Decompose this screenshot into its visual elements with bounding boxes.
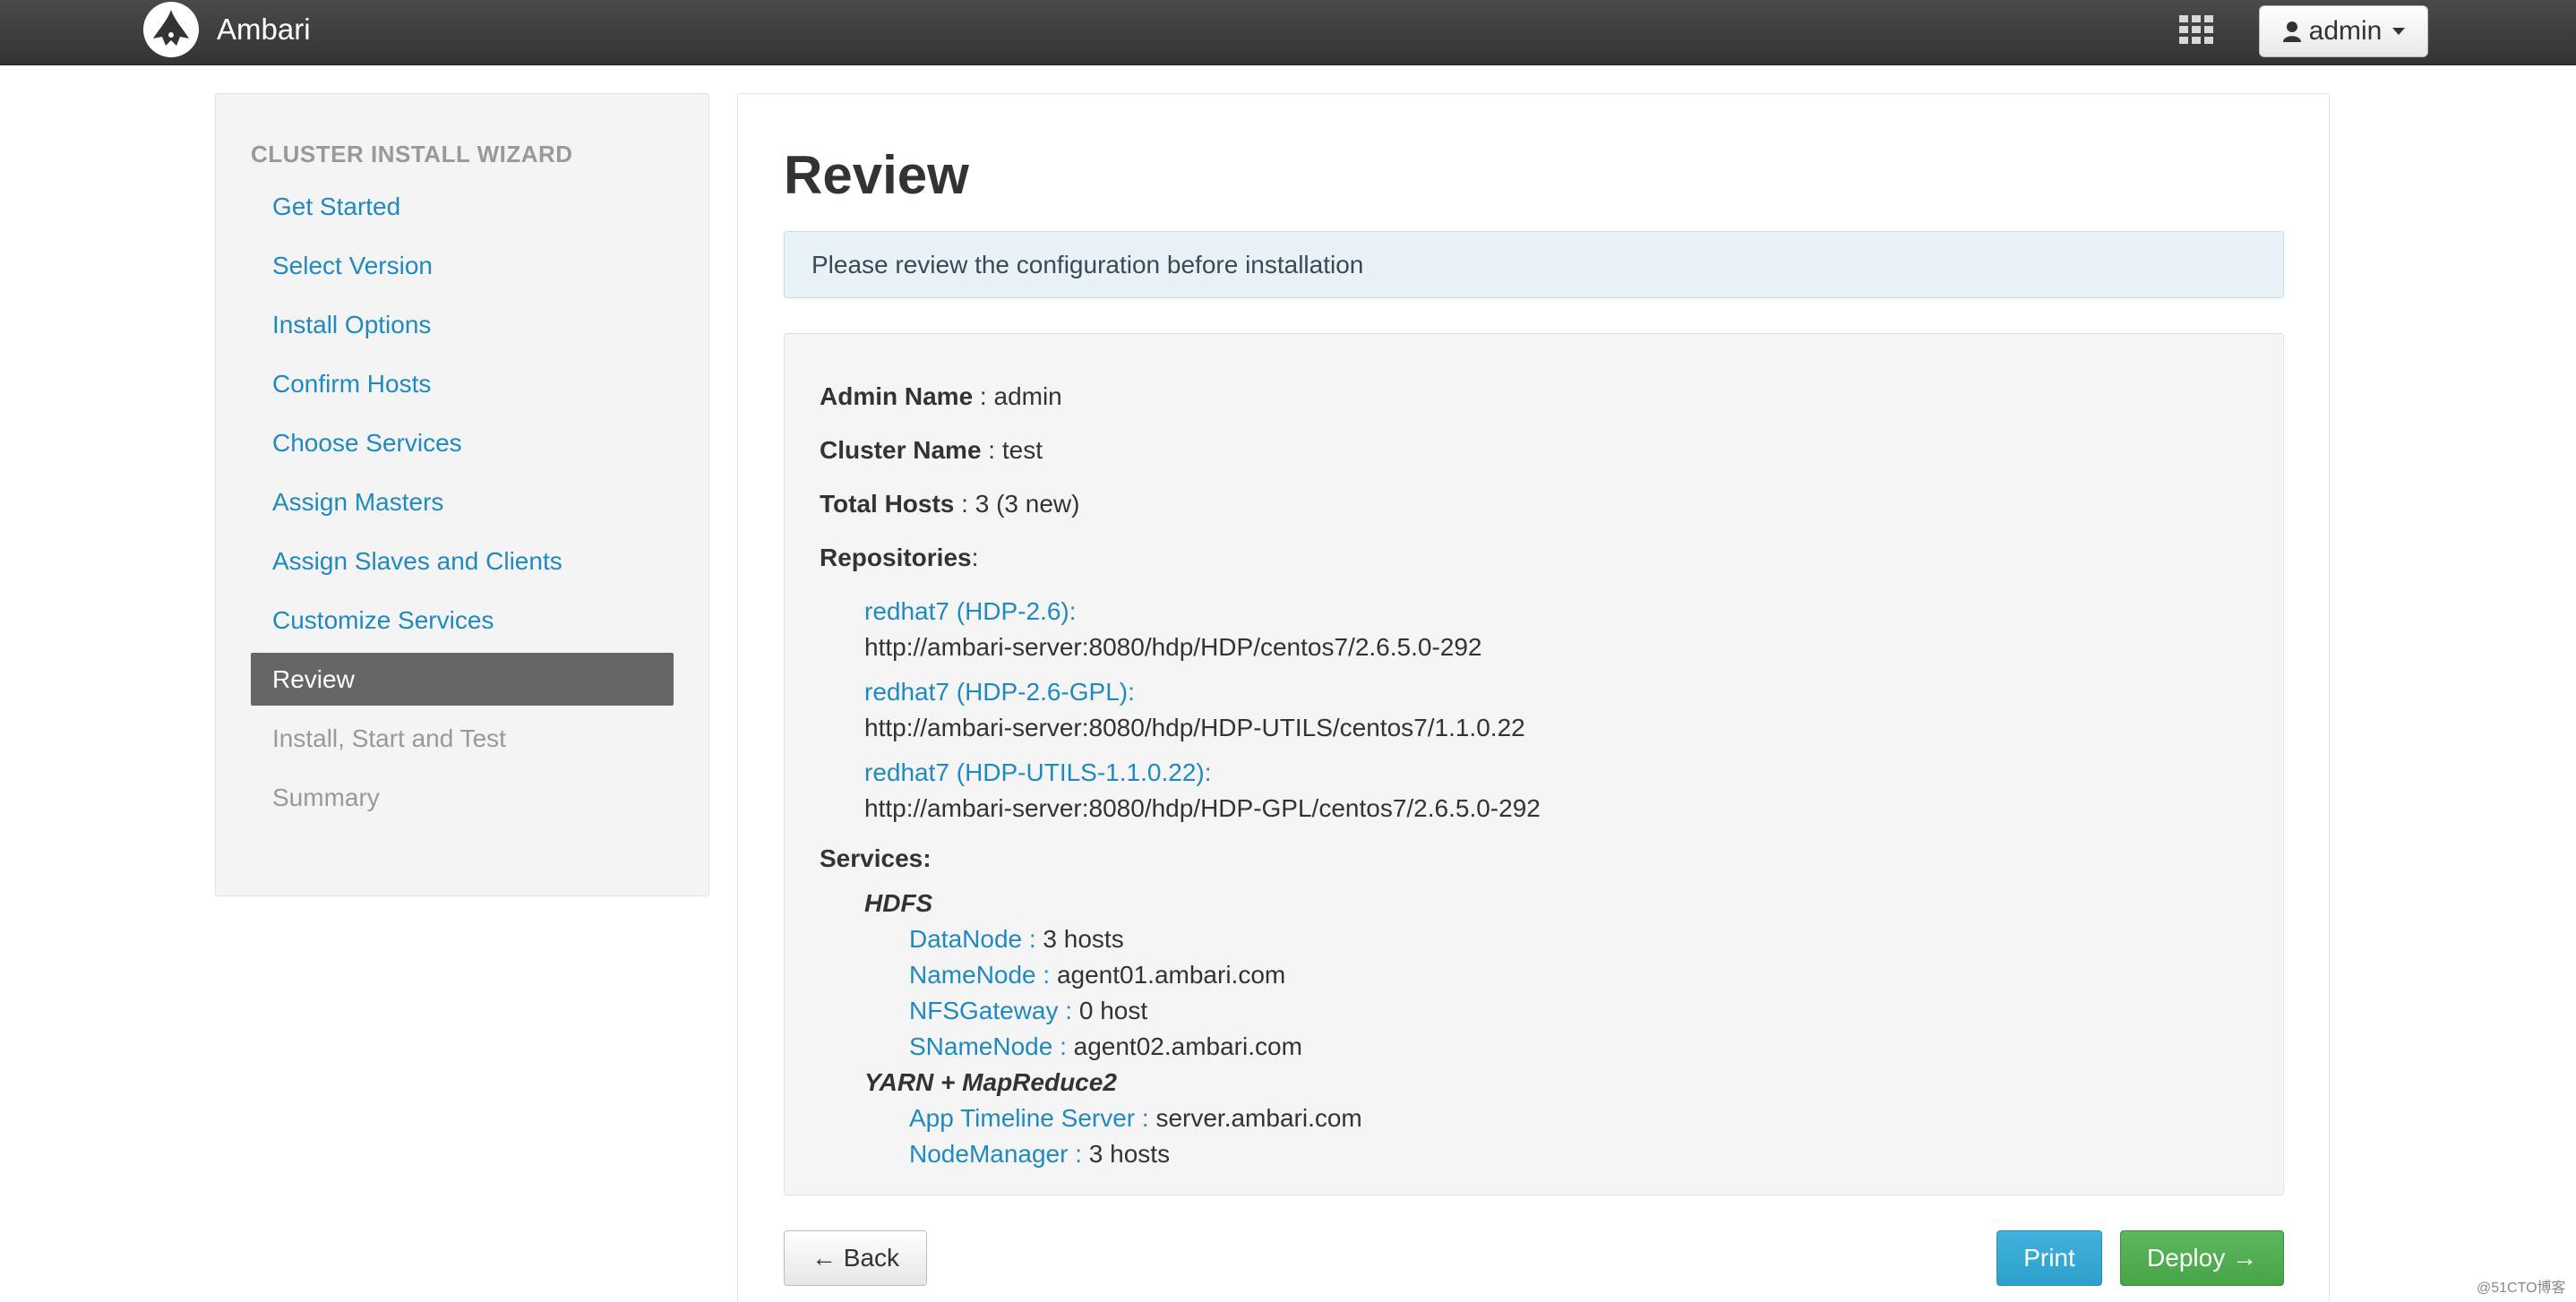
service-component-row: App Timeline Server : server.ambari.com [909, 1101, 2265, 1136]
chevron-down-icon [2392, 28, 2406, 35]
repositories-suffix: : [971, 544, 979, 571]
component-name[interactable]: NodeManager : [909, 1140, 1089, 1169]
service-name: HDFS [864, 889, 933, 917]
print-button[interactable]: Print [1996, 1230, 2102, 1286]
services-row: Services: [820, 832, 2265, 886]
component-name[interactable]: NameNode : [909, 961, 1057, 989]
repositories-label: Repositories [820, 544, 972, 571]
sidebar-step-assign-masters[interactable]: Assign Masters [251, 475, 674, 528]
apps-grid-icon[interactable] [2179, 15, 2213, 44]
sidebar-step-choose-services[interactable]: Choose Services [251, 416, 674, 469]
component-hosts: 3 hosts [1088, 1140, 1171, 1168]
brand-name: Ambari [217, 13, 311, 46]
repository-name[interactable]: redhat7 (HDP-UTILS-1.1.0.22): [864, 755, 2265, 791]
top-navbar: Ambari admin [0, 0, 2576, 65]
wizard-sidebar: CLUSTER INSTALL WIZARD Get Started Select… [215, 93, 709, 896]
repository-item: redhat7 (HDP-2.6-GPL): http://ambari-serv… [864, 674, 2265, 746]
repository-name[interactable]: redhat7 (HDP-2.6): [864, 594, 2265, 630]
cluster-name-value: : test [981, 436, 1043, 464]
info-alert: Please review the configuration before i… [784, 231, 2284, 298]
repository-name[interactable]: redhat7 (HDP-2.6-GPL): [864, 674, 2265, 710]
services-label: Services: [820, 844, 932, 872]
component-hosts: agent01.ambari.com [1056, 961, 1286, 989]
service-component-row: NodeManager : 3 hosts [909, 1136, 2265, 1172]
service-list: HDFS DataNode : 3 hosts NameNode : agent01… [820, 886, 2265, 1172]
sidebar-step-confirm-hosts[interactable]: Confirm Hosts [251, 357, 674, 410]
user-menu-button[interactable]: admin [2259, 5, 2428, 57]
cluster-name-label: Cluster Name [820, 436, 982, 464]
repository-item: redhat7 (HDP-UTILS-1.1.0.22): http://amba… [864, 755, 2265, 827]
repository-item: redhat7 (HDP-2.6): http://ambari-server:8… [864, 594, 2265, 665]
repository-url: http://ambari-server:8080/hdp/HDP-GPL/ce… [864, 794, 1541, 822]
sidebar-step-summary: Summary [272, 783, 380, 811]
watermark: @51CTO博客 [2477, 1281, 2566, 1296]
sidebar-step-install-options[interactable]: Install Options [251, 298, 674, 351]
brand[interactable]: Ambari [143, 0, 311, 59]
admin-name-row: Admin Name : admin [820, 370, 2265, 424]
repository-url: http://ambari-server:8080/hdp/HDP/centos… [864, 633, 1482, 661]
total-hosts-row: Total Hosts : 3 (3 new) [820, 477, 2265, 531]
admin-name-value: : admin [973, 382, 1062, 410]
admin-name-label: Admin Name [820, 382, 974, 410]
component-hosts: server.ambari.com [1155, 1104, 1362, 1132]
sidebar-step-customize-services[interactable]: Customize Services [251, 594, 674, 647]
review-summary[interactable]: Admin Name : admin Cluster Name : test T… [784, 333, 2284, 1195]
repositories-row: Repositories : [820, 531, 2265, 585]
component-name[interactable]: NFSGateway : [909, 997, 1079, 1025]
cluster-name-row: Cluster Name : test [820, 424, 2265, 477]
sidebar-step-get-started[interactable]: Get Started [251, 180, 674, 233]
component-name[interactable]: SNameNode : [909, 1032, 1074, 1061]
user-name: admin [2308, 16, 2383, 46]
main-panel: Review Please review the configuration b… [737, 93, 2330, 1302]
sidebar-step-select-version[interactable]: Select Version [251, 239, 674, 292]
wizard-title: CLUSTER INSTALL WIZARD [251, 141, 573, 167]
component-name[interactable]: DataNode : [909, 925, 1043, 954]
component-hosts: 0 host [1078, 997, 1148, 1024]
deploy-button[interactable]: Deploy → [2120, 1230, 2284, 1286]
service-name: YARN + MapReduce2 [864, 1068, 1117, 1096]
repository-list: redhat7 (HDP-2.6): http://ambari-server:8… [820, 594, 2265, 827]
wizard-steps: Get Started Select Version Install Options… [251, 180, 674, 830]
back-button[interactable]: ← Back [784, 1230, 927, 1286]
page-title: Review [784, 145, 969, 205]
sidebar-step-review[interactable]: Review [251, 653, 674, 706]
component-name[interactable]: App Timeline Server : [909, 1104, 1155, 1133]
service-component-row: NFSGateway : 0 host [909, 993, 2265, 1029]
service-component-row: DataNode : 3 hosts [909, 921, 2265, 957]
sidebar-step-install-start-and-test: Install, Start and Test [272, 724, 506, 752]
user-icon [2282, 21, 2301, 42]
service-component-row: SNameNode : agent02.ambari.com [909, 1029, 2265, 1065]
total-hosts-label: Total Hosts [820, 490, 955, 518]
component-hosts: 3 hosts [1043, 925, 1124, 953]
service-component-row: NameNode : agent01.ambari.com [909, 957, 2265, 993]
sidebar-step-assign-slaves-and-clients[interactable]: Assign Slaves and Clients [251, 535, 674, 587]
component-hosts: agent02.ambari.com [1073, 1032, 1302, 1060]
total-hosts-value: : 3 (3 new) [954, 490, 1080, 518]
ambari-logo-icon [143, 2, 199, 57]
repository-url: http://ambari-server:8080/hdp/HDP-UTILS/… [864, 714, 1525, 741]
